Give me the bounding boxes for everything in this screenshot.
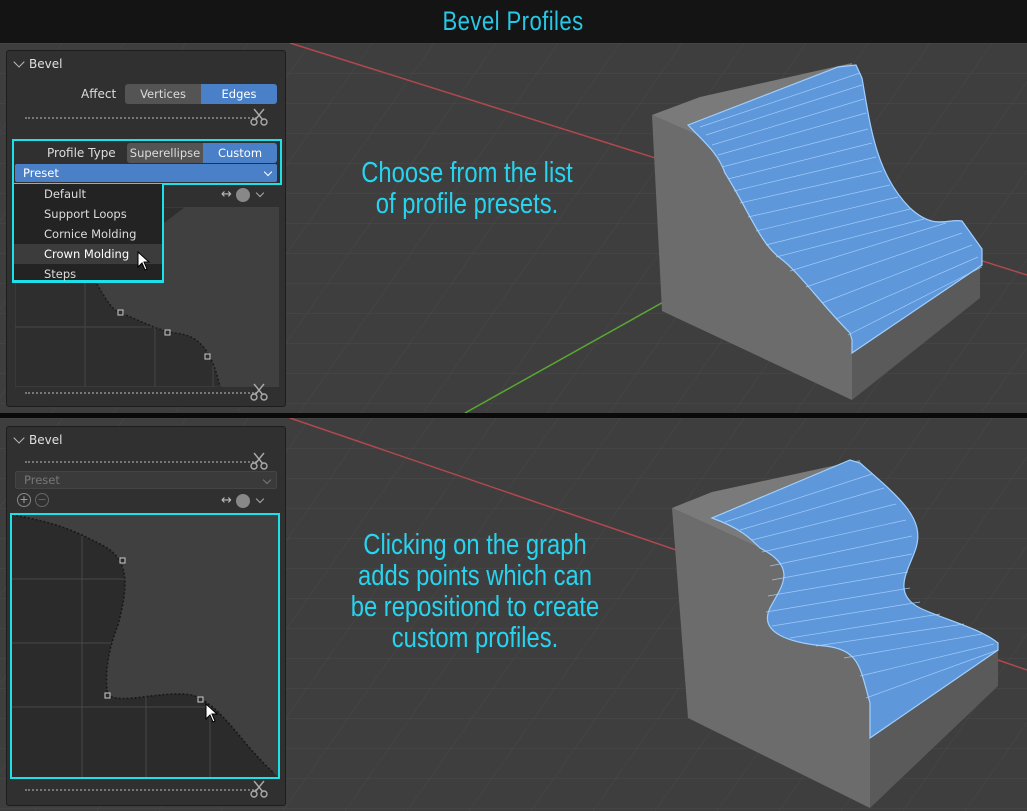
zoom-out-icon[interactable]: − bbox=[35, 493, 49, 507]
superellipse-button[interactable]: Superellipse bbox=[127, 143, 203, 163]
profile-type-row: Profile Type Superellipse Custom bbox=[47, 143, 277, 163]
title-bar: Bevel Profiles bbox=[0, 0, 1027, 43]
mouse-cursor-icon bbox=[137, 251, 151, 271]
caption-bottom: Clicking on the graph adds points which … bbox=[350, 529, 600, 654]
viewport-top[interactable]: Choose from the list of profile presets.… bbox=[0, 43, 1027, 413]
panel-header[interactable]: Bevel bbox=[13, 432, 63, 447]
chevron-down-icon bbox=[262, 475, 272, 485]
affect-label: Affect bbox=[81, 87, 117, 101]
profile-type-toggle: Superellipse Custom bbox=[127, 143, 277, 163]
drag-divider[interactable] bbox=[25, 117, 257, 119]
scissors-icon[interactable] bbox=[249, 382, 269, 402]
zoom-in-icon[interactable]: + bbox=[17, 493, 31, 507]
drag-divider-bottom[interactable] bbox=[25, 392, 257, 394]
affect-edges-button[interactable]: Edges bbox=[201, 84, 277, 104]
drag-divider-bottom[interactable] bbox=[25, 789, 257, 791]
scissors-icon[interactable] bbox=[249, 107, 269, 127]
graph-highlight-box bbox=[10, 513, 280, 779]
chevron-down-icon bbox=[263, 167, 273, 177]
drag-divider[interactable] bbox=[25, 461, 257, 463]
panel-header[interactable]: Bevel bbox=[13, 56, 63, 71]
affect-toggle: Vertices Edges bbox=[125, 84, 277, 104]
preset-dropdown[interactable]: Preset bbox=[15, 471, 277, 489]
preset-dropdown[interactable]: Preset bbox=[15, 164, 277, 182]
panel-title: Bevel bbox=[29, 433, 63, 447]
graph-toolbar: ↔ bbox=[221, 493, 265, 508]
record-icon[interactable] bbox=[235, 187, 250, 202]
viewport-bottom[interactable]: Clicking on the graph adds points which … bbox=[0, 418, 1027, 811]
record-icon[interactable] bbox=[235, 493, 250, 508]
scissors-icon[interactable] bbox=[249, 451, 269, 471]
custom-button[interactable]: Custom bbox=[203, 143, 277, 163]
chevron-down-icon[interactable] bbox=[255, 494, 265, 504]
scissors-icon[interactable] bbox=[249, 779, 269, 799]
affect-vertices-button[interactable]: Vertices bbox=[125, 84, 201, 104]
caption-top: Choose from the list of profile presets. bbox=[361, 157, 573, 220]
affect-row: Affect Vertices Edges bbox=[81, 84, 277, 104]
chevron-down-icon[interactable] bbox=[255, 188, 265, 198]
bevel-panel-top: Bevel Affect Vertices Edges Profile Type… bbox=[6, 50, 286, 407]
panel-title: Bevel bbox=[29, 57, 63, 71]
zoom-controls: + − bbox=[17, 493, 49, 507]
mouse-cursor-icon bbox=[205, 703, 219, 723]
bevel-panel-bottom: Bevel Preset + − ↔ bbox=[6, 426, 286, 806]
page-title: Bevel Profiles bbox=[442, 6, 585, 36]
chevron-down-icon[interactable] bbox=[13, 56, 25, 68]
graph-toolbar: ↔ bbox=[221, 187, 265, 202]
flip-icon[interactable]: ↔ bbox=[221, 493, 232, 508]
chevron-down-icon[interactable] bbox=[13, 432, 25, 444]
profile-type-label: Profile Type bbox=[47, 146, 116, 160]
flip-icon[interactable]: ↔ bbox=[221, 187, 232, 202]
